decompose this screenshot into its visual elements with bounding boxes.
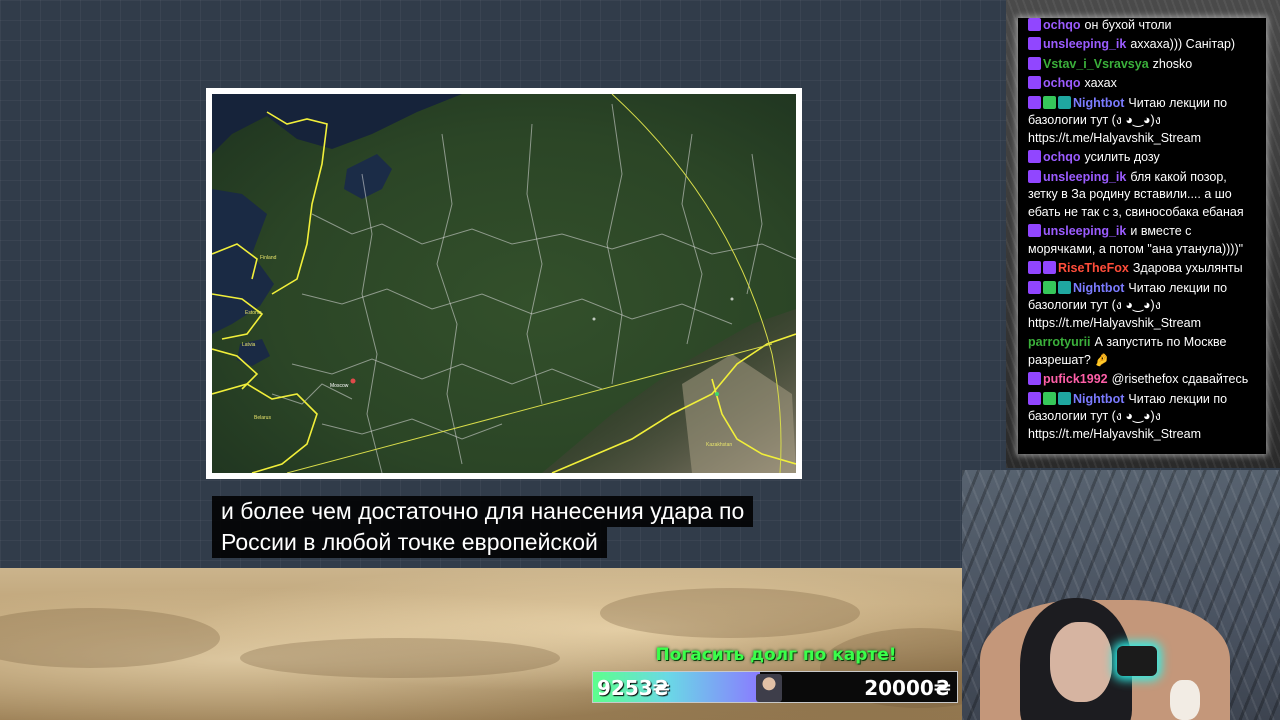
map-label-belarus: Belarus [254, 415, 271, 421]
map-city-dot [730, 297, 734, 301]
chat-message-text: @risethefox сдавайтесь [1111, 372, 1249, 386]
chat-username[interactable]: unsleeping_ik [1043, 170, 1126, 184]
purple-badge-icon [1028, 391, 1041, 405]
sand-ridge [240, 638, 560, 678]
map-label-latvia: Latvia [242, 342, 256, 348]
microphone-icon [1117, 646, 1157, 676]
map-label-kazakhstan: Kazakhstan [706, 442, 732, 448]
chat-username[interactable]: unsleeping_ik [1043, 37, 1126, 51]
chat-message: Nightbot Читаю лекции по базологии тут (ง… [1028, 390, 1258, 445]
chat-message: unsleeping_ik бля какой позор, зетку в За… [1028, 168, 1258, 223]
chat-message: Nightbot Читаю лекции по базологии тут (ง… [1028, 279, 1258, 334]
purple-badge-icon [1028, 280, 1041, 294]
chat-message: ochqo усилить дозу [1028, 148, 1258, 168]
webcam-streamer-face [1050, 622, 1112, 702]
cyan-badge-icon [1058, 95, 1071, 109]
purple-badge-icon [1028, 150, 1041, 163]
donation-goal-amount: 20000₴ [864, 676, 951, 700]
chat-message: unsleeping_ik аххаха))) Санітар) [1028, 35, 1258, 55]
map-green-marker [715, 392, 719, 396]
chat-message-text: он бухой чтоли [1084, 18, 1172, 32]
donation-progress-bar: 9253₴ 20000₴ [592, 671, 958, 703]
chat-message: ochqo он бухой чтоли [1028, 18, 1258, 35]
donation-avatar [756, 674, 783, 702]
subtitle-line-2: России в любой точке европейской [212, 527, 607, 558]
purple-badge-icon [1028, 37, 1041, 50]
purple-badge-icon [1028, 56, 1041, 70]
chat-message-text: Здарова ухылянты [1132, 261, 1243, 275]
chat-message-text: zhosko [1152, 56, 1193, 71]
chat-message: Nightbot Читаю лекции по базологии тут (ง… [1028, 94, 1258, 149]
chat-username[interactable]: Nightbot [1073, 96, 1124, 110]
webcam-plush-toy [1170, 680, 1200, 720]
map-label-finland: Finland [260, 255, 277, 261]
green-badge-icon [1043, 391, 1056, 405]
chat-message-text: усилить дозу [1084, 150, 1160, 164]
purple-badge-icon [1043, 261, 1056, 274]
chat-username[interactable]: Nightbot [1073, 281, 1124, 295]
chat-username[interactable]: parrotyurii [1028, 335, 1091, 349]
purple-badge-icon [1028, 372, 1041, 385]
donation-current-amount: 9253₴ [597, 676, 670, 700]
chat-username[interactable]: ochqo [1043, 76, 1081, 90]
sand-ridge [600, 588, 860, 638]
purple-badge-icon [1028, 95, 1041, 109]
map-card: Finland Estonia Latvia Belarus Moscow Ka… [206, 88, 802, 479]
chat-message: unsleeping_ik и вместе с морячками, а пот… [1028, 222, 1258, 259]
purple-badge-icon [1028, 76, 1041, 89]
purple-badge-icon [1028, 18, 1041, 31]
chat-username[interactable]: pufick1992 [1043, 372, 1108, 386]
webcam-feed [962, 470, 1280, 720]
moscow-marker-icon [350, 378, 356, 384]
sand-ridge [0, 608, 220, 668]
green-badge-icon [1043, 95, 1056, 109]
green-badge-icon [1043, 280, 1056, 294]
chat-message: Vstav_i_Vsravsya zhosko [1028, 55, 1258, 75]
satellite-map: Finland Estonia Latvia Belarus Moscow Ka… [212, 94, 796, 473]
chat-message: ochqo хахах [1028, 74, 1258, 94]
chat-message-text: хахах [1084, 76, 1117, 90]
chat-username[interactable]: Nightbot [1073, 392, 1124, 406]
chat-username[interactable]: RiseTheFox [1058, 261, 1129, 275]
chat-message: pufick1992 @risethefox сдавайтесь [1028, 370, 1258, 390]
chat-username[interactable]: Vstav_i_Vsravsya [1043, 57, 1149, 71]
donation-goal-title: Погасить долг по карте! [655, 645, 897, 665]
subtitles: и более чем достаточно для нанесения уда… [212, 496, 754, 558]
subtitle-line-1: и более чем достаточно для нанесения уда… [212, 496, 754, 527]
chat-username[interactable]: ochqo [1043, 150, 1081, 164]
map-city-dot [592, 317, 596, 321]
cyan-badge-icon [1058, 280, 1071, 294]
chat-message: RiseTheFox Здарова ухылянты [1028, 259, 1258, 279]
chat-message: parrotyurii А запустить по Москве разреша… [1028, 333, 1258, 370]
map-label-estonia: Estonia [245, 310, 262, 316]
chat-username[interactable]: unsleeping_ik [1043, 224, 1126, 238]
cyan-badge-icon [1058, 391, 1071, 405]
chat-panel: ochqoкекochqoон бухой чтолиunsleeping_ik… [1018, 18, 1266, 454]
chat-username[interactable]: ochqo [1043, 18, 1081, 32]
purple-badge-icon [1028, 224, 1041, 237]
map-label-moscow: Moscow [330, 383, 349, 389]
chat-message-list: ochqoкекochqoон бухой чтолиunsleeping_ik… [1028, 18, 1258, 444]
purple-badge-icon [1028, 169, 1041, 183]
purple-badge-icon [1028, 261, 1041, 274]
chat-message-text: аххаха))) Санітар) [1130, 37, 1236, 51]
